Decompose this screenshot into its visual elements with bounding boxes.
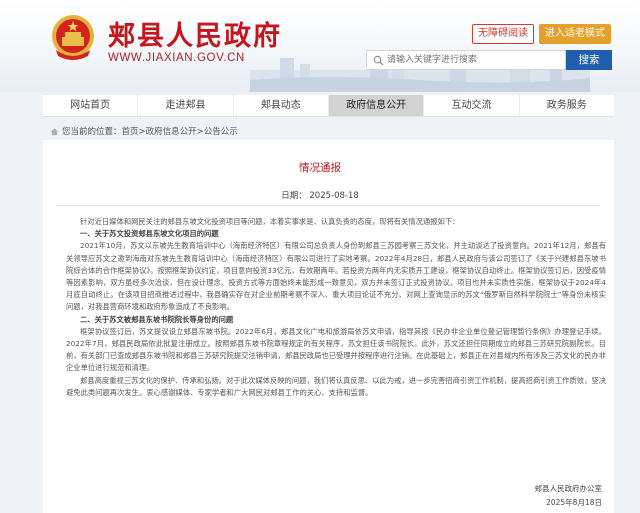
main-nav: 网站首页 走进郏县 郏县动态 政府信息公开 互动交流 政务服务 <box>43 95 614 117</box>
nav-item-home[interactable]: 网站首页 <box>43 95 138 116</box>
paragraph-intro: 针对近日媒体和网民关注的郏县东坡文化投资项目等问题，本着实事求是、认真负责的态度… <box>66 216 606 228</box>
breadcrumb-path[interactable]: 首页>政府信息公开>公告公示 <box>122 125 238 137</box>
nav-item-news[interactable]: 郏县动态 <box>234 95 329 116</box>
section-heading: 二、关于苏文被郏县东坡书院院长等身份的问题 <box>66 314 606 326</box>
search-icon <box>373 55 384 66</box>
search-input[interactable] <box>387 52 561 68</box>
paragraph-closing: 郏县高度重视三苏文化的保护、传承和弘扬。对于此次媒体反映的问题，我们将认真反思、… <box>66 375 606 399</box>
nav-item-about[interactable]: 走进郏县 <box>138 95 233 116</box>
site-header: 郏县人民政府 WWW.JIAXIAN.GOV.CN 无障碍阅读 进入适老模式 搜… <box>0 0 640 92</box>
nav-item-services[interactable]: 政务服务 <box>520 95 614 116</box>
site-title: 郏县人民政府 <box>108 14 282 53</box>
elder-mode-button[interactable]: 进入适老模式 <box>539 24 611 44</box>
signature-org: 郏县人民政府办公室 <box>535 482 603 496</box>
signature-date: 2025年8月18日 <box>535 496 603 510</box>
signature-block: 郏县人民政府办公室 2025年8月18日 <box>535 482 603 510</box>
paragraph: 2021年10月，苏文以东坡先生教育培训中心（海南经济特区）有限公司总负责人身份… <box>66 240 606 313</box>
national-emblem-icon <box>48 12 98 64</box>
accessible-reading-button[interactable]: 无障碍阅读 <box>472 24 534 44</box>
article-body: 针对近日媒体和网民关注的郏县东坡文化投资项目等问题，本着实事求是、认真负责的态度… <box>66 216 606 399</box>
title-divider <box>56 205 600 206</box>
home-icon <box>50 127 59 136</box>
breadcrumb-prefix: 您当前的位置： <box>62 125 122 137</box>
section-heading: 一、关于苏文投资郏县东坡文化项目的问题 <box>66 228 606 240</box>
search-button[interactable]: 搜索 <box>566 50 612 70</box>
breadcrumb: 您当前的位置： 首页>政府信息公开>公告公示 <box>50 125 238 137</box>
search-box <box>366 50 566 70</box>
paragraph: 框架协议签订后，苏文提议设立郏县东坡书院。2022年6月，郏县文化广电和旅游局依… <box>66 326 606 375</box>
nav-item-interaction[interactable]: 互动交流 <box>424 95 519 116</box>
nav-item-gov-info[interactable]: 政府信息公开 <box>329 95 424 116</box>
article-title: 情况通报 <box>0 160 640 175</box>
site-url: WWW.JIAXIAN.GOV.CN <box>108 52 245 64</box>
article-date: 日期： 2025-08-18 <box>0 189 640 201</box>
